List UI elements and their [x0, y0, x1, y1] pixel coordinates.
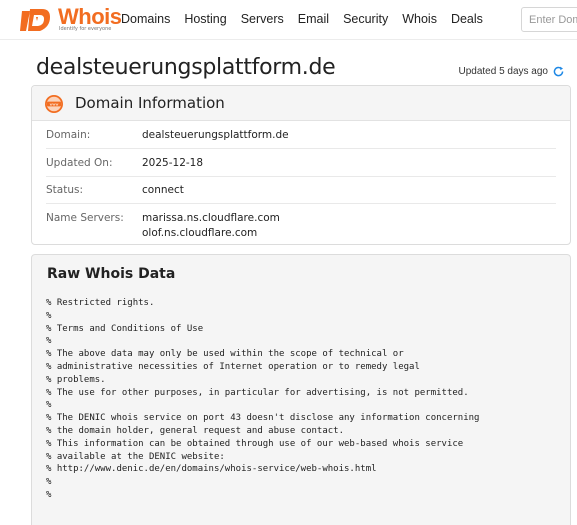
nav-servers[interactable]: Servers [241, 12, 284, 26]
raw-whois-line: % administrative necessities of Internet… [46, 361, 420, 372]
card-header: www Domain Information [32, 86, 570, 121]
nameserver-item: marissa.ns.cloudflare.com [142, 212, 280, 224]
nav-hosting[interactable]: Hosting [184, 12, 226, 26]
updated-status: Updated 5 days ago [458, 65, 565, 78]
domain-information-card: www Domain Information Domain: dealsteue… [31, 85, 571, 245]
raw-whois-line: % The use for other purposes, in particu… [46, 387, 469, 398]
info-value: dealsteuerungsplattform.de [142, 128, 289, 141]
updated-text: Updated 5 days ago [458, 66, 548, 77]
logo-tagline: Identify for everyone [59, 26, 112, 32]
nameserver-item: olof.ns.cloudflare.com [142, 227, 258, 239]
info-label: Domain: [46, 128, 91, 141]
site-logo[interactable]: Whois Identify for everyone [20, 4, 122, 35]
info-label: Status: [46, 184, 83, 196]
top-header: Whois Identify for everyone Domains Host… [0, 0, 577, 40]
raw-whois-line: % Terms and Conditions of Use [46, 323, 204, 334]
info-row-updated: Updated On: 2025-12-18 [46, 149, 556, 177]
nav-security[interactable]: Security [343, 12, 388, 26]
nav-email[interactable]: Email [298, 12, 329, 26]
refresh-icon[interactable] [552, 65, 565, 78]
raw-whois-line: % the domain holder, general request and… [46, 425, 345, 436]
info-row-nameservers: Name Servers: marissa.ns.cloudflare.com … [46, 204, 556, 244]
main-nav: Domains Hosting Servers Email Security W… [121, 12, 497, 26]
nav-domains[interactable]: Domains [121, 12, 170, 26]
domain-info-rows: Domain: dealsteuerungsplattform.de Updat… [32, 121, 570, 244]
svg-text:www: www [50, 103, 59, 107]
nameserver-list: marissa.ns.cloudflare.com olof.ns.cloudf… [142, 212, 280, 239]
info-row-status: Status: connect [46, 177, 556, 204]
raw-whois-line: % problems. [46, 374, 106, 385]
raw-whois-line: % Restricted rights. [46, 298, 155, 308]
info-label: Updated On: [46, 156, 113, 169]
raw-whois-line: % [46, 400, 52, 411]
info-value: connect [142, 184, 184, 196]
raw-whois-text: % Restricted rights. % % Terms and Condi… [46, 297, 479, 502]
whois-logo-icon [20, 9, 50, 31]
www-globe-icon: www [45, 95, 63, 113]
raw-whois-line: % The above data may only be used within… [46, 349, 404, 360]
raw-whois-line: % [46, 489, 52, 500]
info-value: 2025-12-18 [142, 156, 204, 169]
raw-whois-line: % available at the DENIC website: [46, 451, 225, 462]
raw-whois-line: % [46, 336, 52, 347]
raw-whois-line: % [46, 310, 52, 321]
raw-whois-title: Raw Whois Data [47, 266, 176, 282]
raw-whois-line: % http://www.denic.de/en/domains/whois-s… [46, 464, 377, 475]
info-row-domain: Domain: dealsteuerungsplattform.de [46, 121, 556, 149]
raw-whois-line: % [46, 477, 52, 488]
card-title: Domain Information [75, 94, 225, 112]
raw-whois-card: Raw Whois Data % Restricted rights. % % … [31, 254, 571, 525]
raw-whois-line: % The DENIC whois service on port 43 doe… [46, 413, 480, 424]
nav-deals[interactable]: Deals [451, 12, 483, 26]
raw-whois-line: % This information can be obtained throu… [46, 438, 464, 449]
page-title: dealsteuerungsplattform.de [36, 55, 336, 80]
info-label: Name Servers: [46, 212, 124, 224]
nav-whois[interactable]: Whois [402, 12, 437, 26]
domain-search-input[interactable] [521, 7, 577, 32]
